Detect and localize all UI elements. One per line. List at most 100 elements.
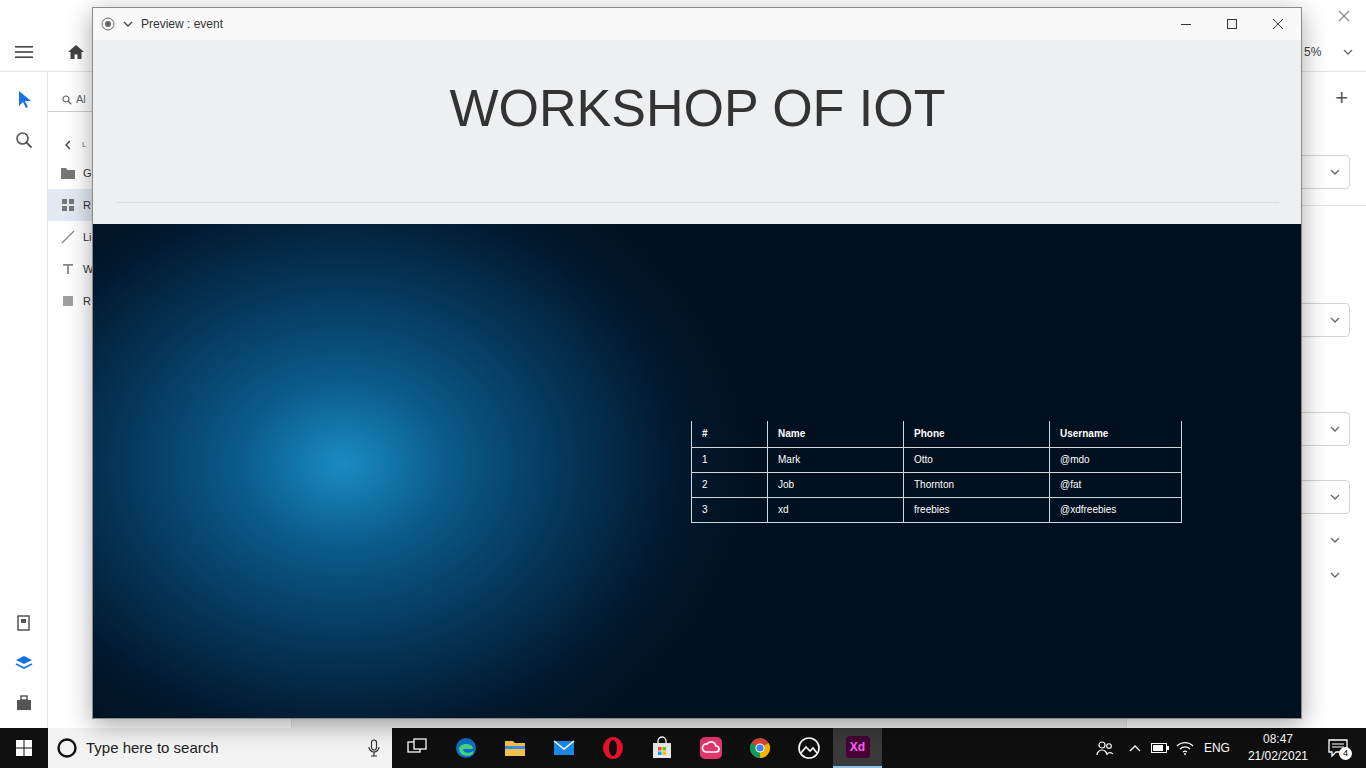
table-row: 3xdfreebies@xdfreebies: [692, 497, 1182, 522]
opera-icon[interactable]: [601, 736, 625, 760]
preview-title-bar: Preview : event: [93, 8, 1301, 40]
chevron-down-icon[interactable]: [123, 19, 133, 29]
page-header: WORKSHOP OF IOT: [93, 40, 1301, 224]
task-view-app[interactable]: [392, 728, 441, 768]
explorer-app[interactable]: [490, 728, 539, 768]
assets-icon[interactable]: [15, 614, 33, 632]
taskbar: XdENG08:4721/02/20214: [0, 728, 1366, 768]
hamburger-icon[interactable]: [15, 45, 33, 59]
battery-button[interactable]: [1148, 728, 1173, 768]
opera-app[interactable]: [588, 728, 637, 768]
record-icon[interactable]: [101, 17, 115, 31]
window-title: Preview : event: [141, 15, 223, 33]
minimize-icon[interactable]: [1181, 19, 1191, 29]
clock[interactable]: 08:4721/02/2021: [1240, 731, 1316, 766]
store-app[interactable]: [637, 728, 686, 768]
language-indicator[interactable]: ENG: [1198, 739, 1240, 757]
chevron-down-icon[interactable]: [1329, 166, 1341, 178]
minimize-button[interactable]: [1163, 8, 1209, 40]
menu-button[interactable]: [0, 45, 48, 59]
plugins-tool[interactable]: [8, 692, 40, 714]
breadcrumb-label[interactable]: L: [82, 139, 86, 151]
plugins-icon[interactable]: [15, 694, 33, 712]
edge-app[interactable]: [441, 728, 490, 768]
photos-icon[interactable]: [797, 736, 821, 760]
tool-bar: [0, 72, 48, 728]
cortana-icon: [56, 737, 78, 759]
table-cell: xd: [768, 497, 904, 522]
select-tool[interactable]: [8, 88, 40, 110]
network-button[interactable]: [1173, 728, 1198, 768]
chevron-down-icon[interactable]: [1329, 423, 1341, 435]
chevron-down-icon[interactable]: [1329, 491, 1341, 503]
clock-date[interactable]: 21/02/2021: [1248, 748, 1308, 765]
table-cell: 3: [692, 497, 768, 522]
photos-app[interactable]: [784, 728, 833, 768]
layers-icon[interactable]: [15, 654, 33, 672]
caret-up-icon[interactable]: [1129, 744, 1141, 752]
mail-icon[interactable]: [552, 736, 576, 760]
search-field[interactable]: [86, 737, 360, 760]
chevron-down-icon[interactable]: [1329, 314, 1341, 326]
chrome-icon[interactable]: [748, 736, 772, 760]
task-view-icon[interactable]: [405, 736, 429, 760]
search-tool[interactable]: [8, 129, 40, 151]
table-cell: Mark: [768, 447, 904, 472]
xd-logo-label[interactable]: Xd: [850, 738, 865, 756]
table-cell: 2: [692, 472, 768, 497]
store-icon[interactable]: [650, 736, 674, 760]
people-button[interactable]: [1087, 728, 1123, 768]
close-icon[interactable]: [1273, 19, 1283, 29]
people-icon[interactable]: [1096, 740, 1114, 756]
maximize-button[interactable]: [1209, 8, 1255, 40]
wifi-icon[interactable]: [1176, 741, 1194, 755]
xd-app[interactable]: Xd: [833, 728, 882, 768]
windows-icon[interactable]: [16, 740, 32, 756]
add-label[interactable]: +: [1335, 81, 1348, 114]
layer-label[interactable]: R: [83, 293, 91, 310]
layer-label[interactable]: Li: [83, 229, 92, 246]
edge-icon[interactable]: [454, 736, 478, 760]
home-button[interactable]: [64, 44, 88, 60]
table-cell: Thornton: [904, 472, 1050, 497]
layer-label[interactable]: R: [83, 197, 91, 214]
home-icon[interactable]: [67, 44, 85, 60]
back-icon[interactable]: [64, 140, 72, 150]
preview-window: Preview : eventWORKSHOP OF IOT#NamePhone…: [92, 7, 1302, 719]
table-cell: @mdo: [1050, 447, 1182, 472]
chevron-down-icon[interactable]: [1329, 567, 1341, 583]
battery-icon[interactable]: [1151, 743, 1169, 753]
select-icon[interactable]: [15, 90, 33, 108]
xd-icon[interactable]: Xd: [846, 736, 870, 758]
table-row: 2JobThornton@fat: [692, 472, 1182, 497]
table-cell: @xdfreebies: [1050, 497, 1182, 522]
table-cell: freebies: [904, 497, 1050, 522]
chevron-down-icon[interactable]: [1342, 46, 1354, 58]
system-tray: ENG08:4721/02/20214: [1087, 728, 1366, 768]
creative-cloud-app[interactable]: [686, 728, 735, 768]
zoom-dropdown[interactable]: 5%: [1302, 43, 1366, 61]
zoom-value[interactable]: 5%: [1304, 43, 1321, 61]
column-header: Username: [1050, 421, 1182, 447]
creative-cloud-icon[interactable]: [699, 736, 723, 760]
layers-tool[interactable]: [8, 652, 40, 674]
chevron-down-icon[interactable]: [1329, 532, 1341, 548]
mail-app[interactable]: [539, 728, 588, 768]
close-icon[interactable]: [1338, 10, 1350, 22]
start-button[interactable]: [0, 728, 48, 768]
chrome-app[interactable]: [735, 728, 784, 768]
microphone-icon[interactable]: [368, 739, 380, 757]
divider: [116, 202, 1279, 203]
explorer-icon[interactable]: [503, 736, 527, 760]
clock-time[interactable]: 08:47: [1248, 731, 1308, 748]
hidden-icons-button[interactable]: [1123, 728, 1148, 768]
search-icon[interactable]: [15, 131, 33, 149]
taskbar-search[interactable]: [48, 728, 392, 768]
layer-label[interactable]: G: [83, 165, 92, 182]
close-button[interactable]: [1255, 8, 1301, 40]
notification-button[interactable]: 4: [1316, 728, 1360, 768]
assets-tool[interactable]: [8, 612, 40, 634]
notification-count: 4: [1339, 747, 1352, 760]
text-icon: [60, 261, 76, 277]
maximize-icon[interactable]: [1227, 19, 1237, 29]
